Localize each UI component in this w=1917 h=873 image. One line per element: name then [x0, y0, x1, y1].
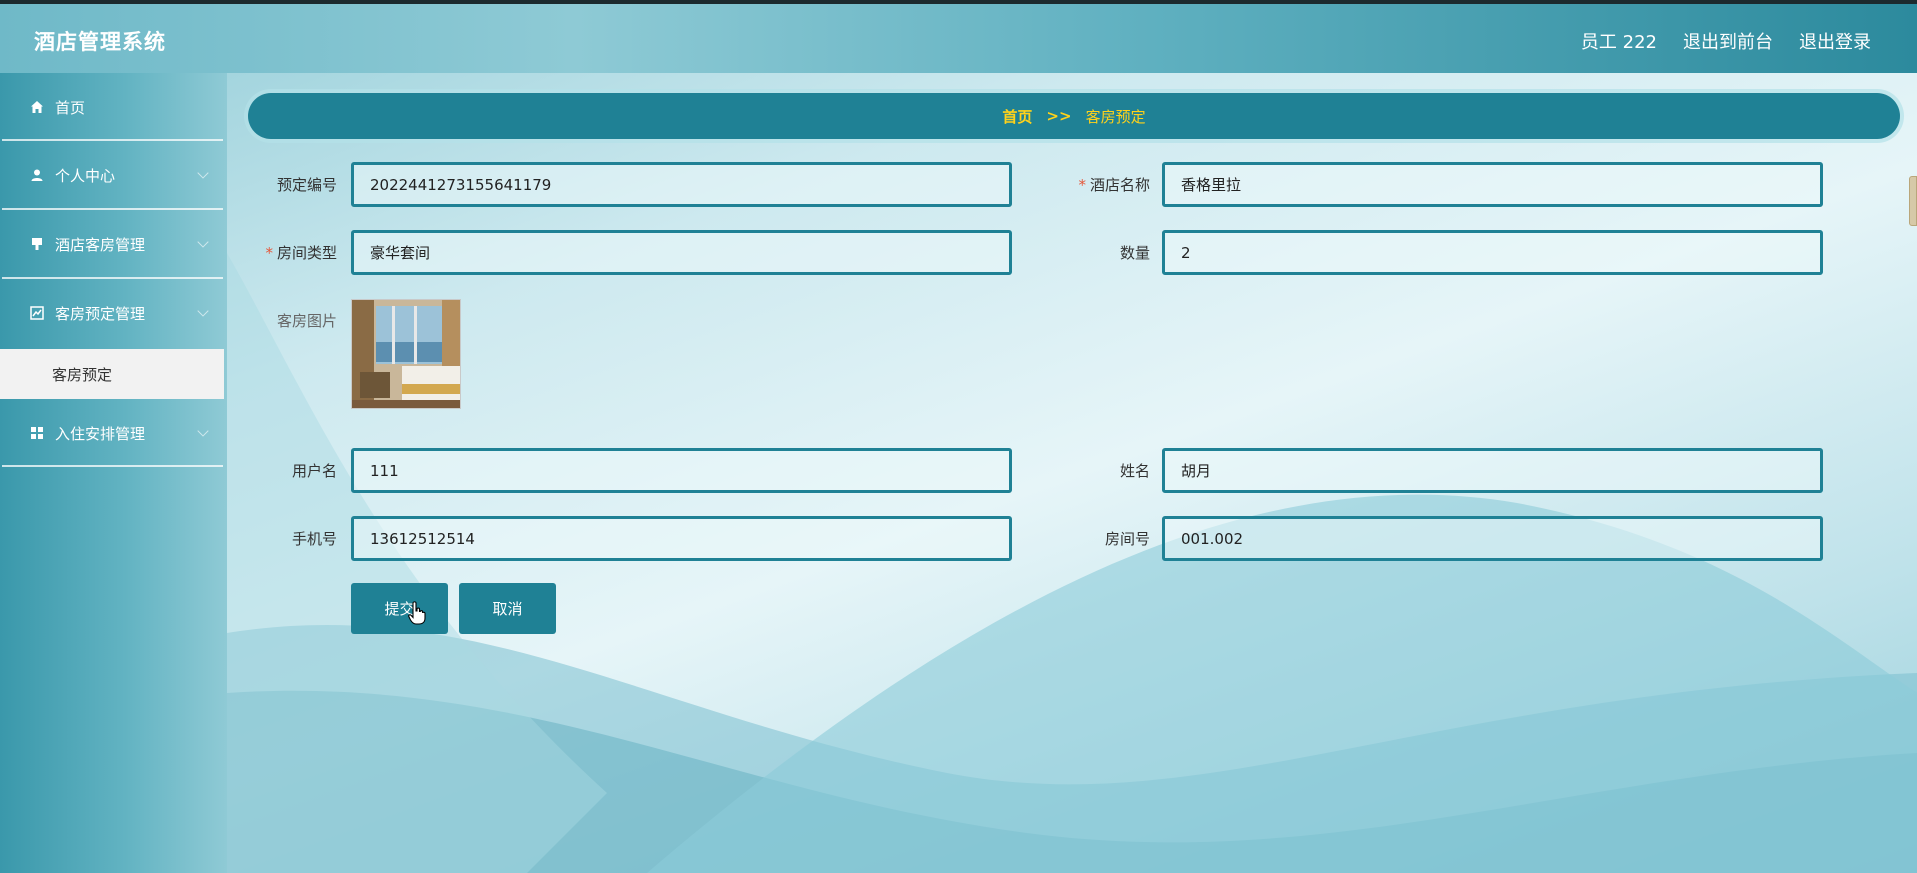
logout-link[interactable]: 退出登录 — [1799, 28, 1871, 54]
sidebar-item-booking-mgmt[interactable]: 客房预定管理 — [0, 279, 223, 347]
name-field[interactable]: 胡月 — [1162, 448, 1823, 493]
sidebar-item-label: 酒店客房管理 — [55, 235, 146, 254]
sidebar: 首页 个人中心 酒店客房管理 客房预定管理 客房预定 入住安排管理 — [0, 73, 227, 873]
sidebar-item-label: 客房预定管理 — [55, 304, 146, 323]
sidebar-item-hotel-rooms[interactable]: 酒店客房管理 — [0, 210, 223, 278]
room-image-label: 客房图片 — [276, 312, 337, 330]
current-user[interactable]: 员工 222 — [1581, 28, 1657, 54]
room-photo-icon — [352, 300, 460, 408]
user-icon — [29, 167, 45, 183]
cancel-button[interactable]: 取消 — [459, 583, 556, 634]
quantity-label: 数量 — [1119, 244, 1150, 262]
top-links: 员工 222 退出到前台 退出登录 — [1581, 28, 1871, 54]
sidebar-item-label: 首页 — [55, 98, 86, 117]
quantity-field[interactable]: 2 — [1162, 230, 1823, 275]
sidebar-item-checkin[interactable]: 入住安排管理 — [0, 399, 223, 467]
room-no-label: 房间号 — [1104, 530, 1150, 548]
chevron-down-icon — [197, 236, 209, 248]
phone-label: 手机号 — [291, 530, 337, 548]
username-field[interactable]: 111 — [351, 448, 1012, 493]
divider — [2, 465, 223, 467]
top-header: 酒店管理系统 员工 222 退出到前台 退出登录 — [0, 0, 1917, 73]
booking-no-field[interactable]: 2022441273155641179 — [351, 162, 1012, 207]
room-image[interactable] — [351, 299, 461, 409]
breadcrumb-current: 客房预定 — [1085, 107, 1146, 126]
breadcrumb-separator: >> — [1046, 107, 1072, 125]
room-type-label: * 房间类型 — [265, 244, 337, 262]
grid-icon — [29, 425, 45, 441]
sidebar-subitem-room-booking[interactable]: 客房预定 — [0, 349, 224, 399]
chevron-down-icon — [197, 425, 209, 437]
app-title: 酒店管理系统 — [34, 30, 166, 54]
submit-button[interactable]: 提交 — [351, 583, 448, 634]
breadcrumb-home[interactable]: 首页 — [1002, 106, 1032, 127]
hotel-name-field[interactable]: 香格里拉 — [1162, 162, 1823, 207]
room-type-field[interactable]: 豪华套间 — [351, 230, 1012, 275]
required-marker: * — [265, 244, 273, 262]
hotel-name-label: * 酒店名称 — [1078, 176, 1150, 194]
sidebar-item-personal[interactable]: 个人中心 — [0, 141, 223, 209]
username-label: 用户名 — [291, 462, 337, 480]
back-to-front-link[interactable]: 退出到前台 — [1683, 28, 1773, 54]
required-marker: * — [1078, 176, 1086, 194]
scrollbar-thumb[interactable] — [1909, 176, 1917, 226]
breadcrumb: 首页 >> 客房预定 — [248, 93, 1900, 139]
sidebar-item-label: 个人中心 — [55, 166, 116, 185]
name-label: 姓名 — [1119, 462, 1150, 480]
booking-no-label: 预定编号 — [276, 176, 337, 194]
sidebar-item-label: 入住安排管理 — [55, 424, 146, 443]
chevron-down-icon — [197, 167, 209, 179]
phone-field[interactable]: 13612512514 — [351, 516, 1012, 561]
home-icon — [29, 99, 45, 115]
hand-cursor-icon — [408, 601, 426, 625]
chart-icon — [29, 305, 45, 321]
hotel-icon — [29, 236, 45, 252]
sidebar-item-home[interactable]: 首页 — [0, 73, 223, 141]
chevron-down-icon — [197, 305, 209, 317]
room-no-field[interactable]: 001.002 — [1162, 516, 1823, 561]
